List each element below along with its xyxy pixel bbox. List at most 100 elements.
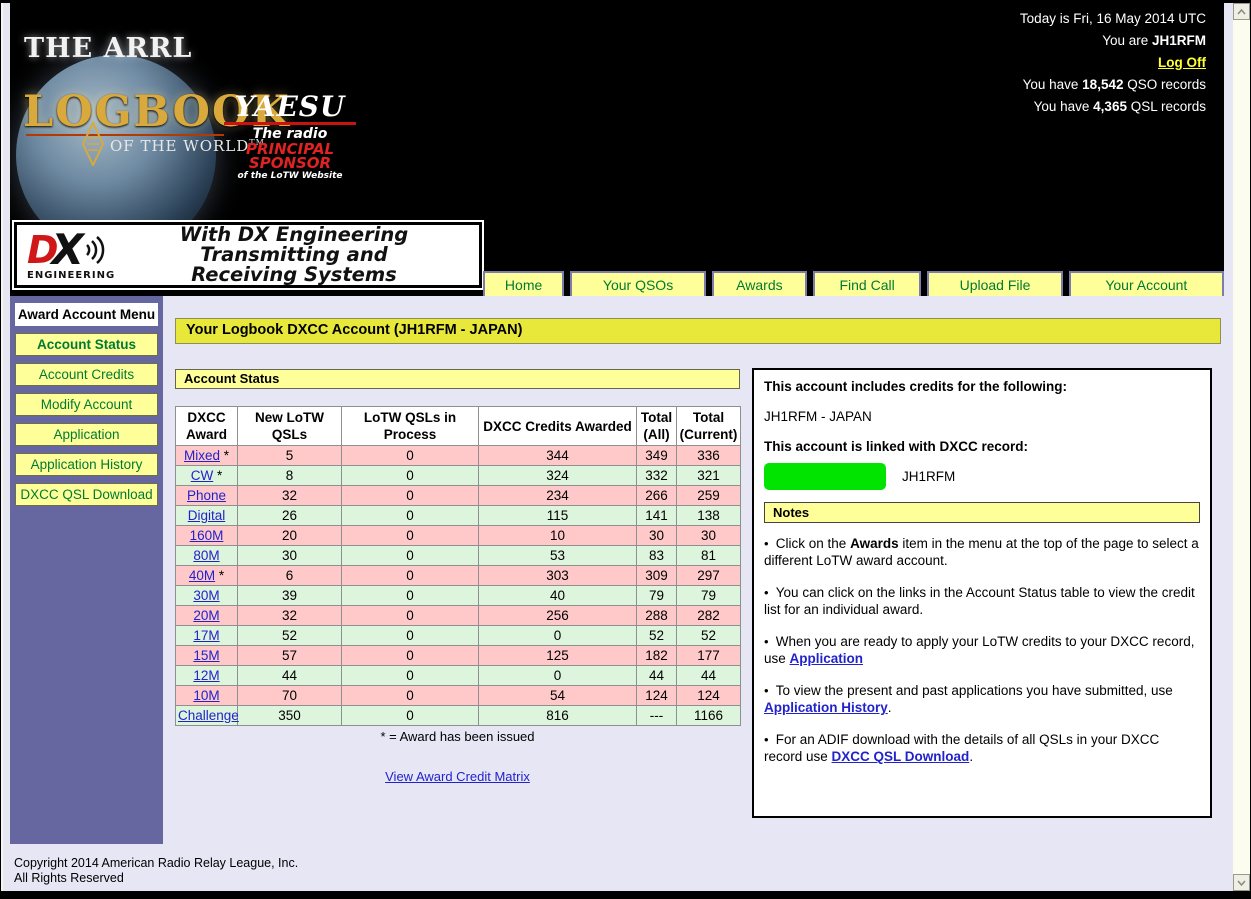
nav-tab-your-account[interactable]: Your Account	[1069, 271, 1224, 296]
award-link-20m[interactable]: 20M	[193, 608, 219, 623]
table-row-challenge: Challenge3500816---1166	[176, 706, 741, 726]
table-cell: 0	[342, 606, 479, 626]
award-link-mixed[interactable]: Mixed	[184, 448, 220, 463]
footer: Copyright 2014 American Radio Relay Leag…	[14, 856, 298, 886]
issued-asterisk: *	[220, 448, 229, 463]
table-cell: 124	[677, 686, 741, 706]
award-link-challenge[interactable]: Challenge	[178, 708, 239, 723]
sidebar-item-account-status[interactable]: Account Status	[15, 333, 158, 356]
nav-tab-home[interactable]: Home	[483, 271, 564, 296]
note-link-dxcc-qsl-download[interactable]: DXCC QSL Download	[832, 749, 970, 764]
dx-engineering-label: ENGINEERING	[27, 270, 117, 281]
award-link-160m[interactable]: 160M	[190, 528, 224, 543]
table-row-40m: 40M *60303309297	[176, 566, 741, 586]
sidebar-items: Account Status Account Credits Modify Acco…	[10, 333, 163, 506]
table-cell: 115	[479, 506, 637, 526]
table-cell: 83	[637, 546, 677, 566]
bullet-icon: •	[764, 732, 776, 747]
sidebar-title: Award Account Menu	[15, 303, 158, 326]
award-link-15m[interactable]: 15M	[193, 648, 219, 663]
nav-tabs: HomeYour QSOsAwardsFind CallUpload File Y…	[483, 271, 1224, 296]
dx-engineering-logo: D X ENGINEERING	[17, 230, 117, 281]
table-cell: 816	[479, 706, 637, 726]
dx-banner-line: Receiving Systems	[117, 265, 471, 285]
nav-tab-upload-file[interactable]: Upload File	[927, 271, 1062, 296]
table-row-30m: 30M390407979	[176, 586, 741, 606]
note-link-application[interactable]: Application	[790, 651, 864, 666]
nav-tab-find-call[interactable]: Find Call	[813, 271, 921, 296]
nav-tab-your-qsos[interactable]: Your QSOs	[570, 271, 706, 296]
user-callsign: JH1RFM	[1152, 33, 1206, 48]
note-item: • You can click on the links in the Acco…	[764, 584, 1200, 618]
table-cell: 297	[677, 566, 741, 586]
bullet-icon: •	[764, 536, 776, 551]
award-link-17m[interactable]: 17M	[193, 628, 219, 643]
table-cell: 141	[637, 506, 677, 526]
table-cell: 125	[479, 646, 637, 666]
table-cell: 256	[479, 606, 637, 626]
scroll-down-button[interactable]	[1233, 874, 1250, 891]
page-title: Your Logbook DXCC Account (JH1RFM - JAPA…	[175, 318, 1221, 344]
table-cell: 70	[238, 686, 342, 706]
view-award-credit-matrix-link[interactable]: View Award Credit Matrix	[385, 769, 530, 784]
table-cell: 0	[342, 646, 479, 666]
award-link-digital[interactable]: Digital	[188, 508, 226, 523]
vertical-scrollbar[interactable]	[1233, 3, 1250, 891]
award-link-40m[interactable]: 40M	[189, 568, 215, 583]
table-cell: 53	[479, 546, 637, 566]
account-info-panel: This account includes credits for the fo…	[752, 368, 1212, 818]
table-cell: 288	[637, 606, 677, 626]
scroll-up-button[interactable]	[1233, 3, 1250, 20]
table-row-20m: 20M320256288282	[176, 606, 741, 626]
credits-value: JH1RFM - JAPAN	[764, 409, 1200, 424]
table-cell: 332	[637, 466, 677, 486]
nav-tab-awards[interactable]: Awards	[712, 271, 807, 296]
table-cell: 234	[479, 486, 637, 506]
table-cell: ---	[637, 706, 677, 726]
dx-engineering-banner[interactable]: D X ENGINEERING With DX EngineeringTrans…	[14, 222, 482, 288]
date-line: Today is Fri, 16 May 2014 UTC	[1020, 8, 1206, 30]
qso-count-line: You have 18,542 QSO records	[1020, 74, 1206, 96]
account-status-table: DXCC AwardNew LoTW QSLsLoTW QSLs in Proc…	[175, 406, 741, 726]
award-link-cw[interactable]: CW	[191, 468, 214, 483]
credits-heading: This account includes credits for the fo…	[764, 379, 1200, 394]
table-row-10m: 10M70054124124	[176, 686, 741, 706]
table-cell: 44	[637, 666, 677, 686]
table-cell: 52	[238, 626, 342, 646]
sidebar-item-application[interactable]: Application	[15, 423, 158, 446]
session-info: Today is Fri, 16 May 2014 UTC You are JH…	[1020, 8, 1206, 118]
table-cell: 40	[479, 586, 637, 606]
award-link-30m[interactable]: 30M	[193, 588, 219, 603]
award-link-10m[interactable]: 10M	[193, 688, 219, 703]
note-text: To view the present and past application…	[776, 683, 1173, 698]
sidebar-item-application-history[interactable]: Application History	[15, 453, 158, 476]
award-link-phone[interactable]: Phone	[187, 488, 226, 503]
award-link-80m[interactable]: 80M	[193, 548, 219, 563]
arrl-logo-line1: THE ARRL	[24, 33, 192, 64]
table-cell: 0	[342, 486, 479, 506]
column-header-dxcc-credits-awarded: DXCC Credits Awarded	[479, 407, 637, 446]
yaesu-name: YAESU	[224, 93, 356, 121]
sidebar-item-account-credits[interactable]: Account Credits	[15, 363, 158, 386]
table-row-12m: 12M44004444	[176, 666, 741, 686]
sidebar-item-dxcc-qsl-download[interactable]: DXCC QSL Download	[15, 483, 158, 506]
table-row-17m: 17M52005252	[176, 626, 741, 646]
sidebar-menu: Award Account Menu Account StatusAccount…	[10, 296, 163, 844]
note-item: • When you are ready to apply your LoTW …	[764, 633, 1200, 667]
note-text: Awards	[850, 536, 899, 551]
note-text: Click on the	[776, 536, 850, 551]
column-header-dxcc-award: DXCC Award	[176, 407, 238, 446]
page-background: THE ARRL LOGBOOK OF THE WORLDTM YAESU Th…	[10, 3, 1233, 891]
sidebar-item-modify-account[interactable]: Modify Account	[15, 393, 158, 416]
award-link-12m[interactable]: 12M	[193, 668, 219, 683]
log-off-link[interactable]: Log Off	[1158, 55, 1206, 70]
table-cell: 30	[238, 546, 342, 566]
table-cell: 324	[479, 466, 637, 486]
table-cell: 344	[479, 446, 637, 466]
table-row-phone: Phone320234266259	[176, 486, 741, 506]
copyright-line: Copyright 2014 American Radio Relay Leag…	[14, 856, 298, 871]
table-cell: 321	[677, 466, 741, 486]
chevron-up-icon	[1236, 8, 1247, 16]
table-cell: 0	[342, 666, 479, 686]
note-link-application-history[interactable]: Application History	[764, 700, 888, 715]
